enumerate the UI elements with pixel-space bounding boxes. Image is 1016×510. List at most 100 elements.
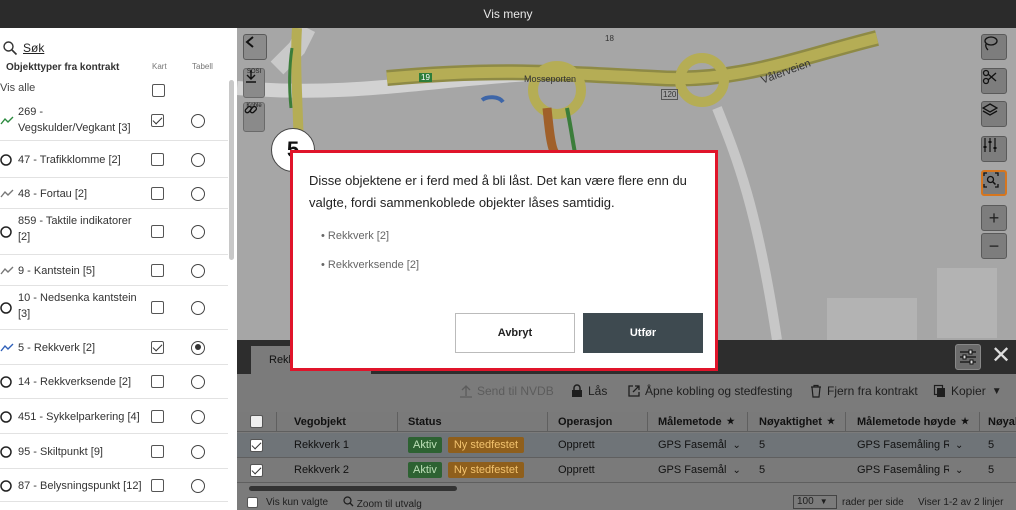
- point-icon: [0, 302, 12, 314]
- show-in-map-checkbox[interactable]: [151, 301, 164, 314]
- lock-icon: [572, 384, 582, 397]
- line-icon: [0, 189, 14, 197]
- show-in-map-checkbox[interactable]: [151, 478, 164, 492]
- show-in-map-checkbox[interactable]: [151, 409, 164, 423]
- list-item[interactable]: 10 - Nedsenka kantstein [3]: [0, 286, 228, 330]
- cell-noyaktighet[interactable]: 5: [759, 458, 765, 482]
- close-table-button[interactable]: ✕: [989, 342, 1013, 370]
- remove-from-contract-label: Fjern fra kontrakt: [827, 384, 918, 398]
- confirm-button[interactable]: Utfør: [583, 313, 703, 353]
- cell-malemetode-select[interactable]: GPS Fasemål ⌄: [658, 458, 741, 482]
- cell-malemetode-select[interactable]: GPS Fasemål ⌄: [658, 433, 741, 457]
- column-header-malemetode[interactable]: Målemetode ★: [658, 412, 735, 431]
- list-item[interactable]: 14 - Rekkverksende [2]: [0, 365, 228, 399]
- cell-malemetode-hoyde-select[interactable]: GPS Fasemåling RTK⌄: [857, 433, 963, 457]
- dialog-list-item: • Rekkverk [2]: [321, 230, 390, 242]
- open-link-positioning-button[interactable]: Åpne kobling og stedfesting: [627, 384, 792, 398]
- show-in-table-radio[interactable]: [191, 340, 205, 355]
- table-row[interactable]: Rekkverk 1 Aktiv Ny stedfestet Opprett GP…: [237, 433, 1016, 458]
- line-icon: [0, 343, 14, 351]
- table-settings-button[interactable]: [955, 344, 981, 370]
- table-header-row: Vegobjekt Status Operasjon Målemetode ★ N…: [237, 412, 1016, 432]
- show-all-checkbox[interactable]: [152, 84, 165, 97]
- column-header-operasjon[interactable]: Operasjon: [558, 412, 612, 431]
- column-header-noyaktighet[interactable]: Nøyaktighet ★: [759, 412, 835, 431]
- zoom-out-button[interactable]: −: [981, 233, 1007, 259]
- list-item[interactable]: 95 - Skiltpunkt [9]: [0, 434, 228, 469]
- show-in-table-radio[interactable]: [191, 186, 205, 201]
- cell-operasjon: Opprett: [558, 439, 595, 451]
- minus-icon: −: [988, 235, 1000, 256]
- zoom-to-selection-link[interactable]: Zoom til utvalg: [343, 496, 422, 510]
- cell-status: Aktiv Ny stedfestet: [408, 458, 525, 482]
- show-in-map-checkbox[interactable]: [151, 340, 164, 354]
- list-item[interactable]: 269 - Vegskulder/Vegkant [3]: [0, 100, 228, 141]
- cut-tool-button[interactable]: [981, 68, 1007, 94]
- table-column-heading: Tabell: [192, 62, 213, 71]
- list-item[interactable]: 87 - Belysningspunkt [12]: [0, 469, 228, 502]
- remove-from-contract-button[interactable]: Fjern fra kontrakt: [809, 384, 918, 398]
- show-in-map-checkbox[interactable]: [151, 113, 164, 127]
- list-item[interactable]: 9 - Kantstein [5]: [0, 255, 228, 286]
- lasso-tool-button[interactable]: [981, 34, 1007, 60]
- list-item-label: 859 - Taktile indikatorer [2]: [18, 215, 132, 243]
- zoom-in-button[interactable]: +: [981, 205, 1007, 231]
- show-in-table-radio[interactable]: [191, 444, 205, 459]
- cell-noyak[interactable]: 5: [988, 458, 994, 482]
- table-horizontal-scrollbar[interactable]: [249, 486, 457, 491]
- cancel-button[interactable]: Avbryt: [455, 313, 575, 353]
- map-column-heading: Kart: [152, 62, 167, 71]
- column-header-noyak[interactable]: Nøyak: [988, 412, 1016, 431]
- cell-noyak[interactable]: 5: [988, 433, 994, 457]
- list-item[interactable]: 5 - Rekkverk [2]: [0, 330, 228, 365]
- show-in-map-checkbox[interactable]: [151, 152, 164, 166]
- send-to-nvdb-button[interactable]: Send til NVDB: [459, 384, 554, 398]
- column-header-status[interactable]: Status: [408, 412, 442, 431]
- only-selected-checkbox[interactable]: [247, 497, 258, 508]
- show-in-table-radio[interactable]: [191, 409, 205, 424]
- layers-button[interactable]: [981, 101, 1007, 127]
- column-header-malemetode-hoyde[interactable]: Målemetode høyde ★: [857, 412, 969, 431]
- list-item[interactable]: 451 - Sykkelparkering [4]: [0, 399, 228, 434]
- show-menu-label[interactable]: Vis meny: [483, 7, 532, 21]
- copy-dropdown-button[interactable]: Kopier ▼: [933, 384, 1002, 398]
- show-in-table-radio[interactable]: [191, 263, 205, 278]
- column-header-vegobjekt[interactable]: Vegobjekt: [294, 412, 346, 431]
- cell-noyaktighet[interactable]: 5: [759, 433, 765, 457]
- show-in-table-radio[interactable]: [191, 301, 205, 315]
- top-menu-bar[interactable]: Vis meny: [0, 0, 1016, 28]
- show-in-map-checkbox[interactable]: [151, 225, 164, 238]
- zoom-to-selection-button[interactable]: [981, 170, 1007, 196]
- cell-malemetode-hoyde-select[interactable]: GPS Fasemåling RTK⌄: [857, 458, 963, 482]
- show-in-table-radio[interactable]: [191, 225, 205, 239]
- show-in-table-radio[interactable]: [191, 152, 205, 167]
- list-item-label: 10 - Nedsenka kantstein [3]: [18, 292, 137, 320]
- show-in-table-radio[interactable]: [191, 375, 205, 389]
- show-in-table-radio[interactable]: [191, 113, 205, 128]
- dialog-list-item: • Rekkverksende [2]: [321, 259, 420, 271]
- lasso-icon: [984, 36, 998, 51]
- koble-button[interactable]: Koble: [243, 102, 265, 132]
- show-in-map-checkbox[interactable]: [151, 263, 164, 277]
- sidebar-scrollbar[interactable]: [229, 80, 234, 260]
- list-item[interactable]: 48 - Fortau [2]: [0, 178, 228, 209]
- show-in-map-checkbox[interactable]: [151, 375, 164, 388]
- row-checkbox[interactable]: [250, 464, 263, 477]
- show-in-map-checkbox[interactable]: [151, 444, 164, 458]
- close-icon: ✕: [990, 342, 1012, 369]
- row-checkbox[interactable]: [250, 439, 263, 452]
- lock-button[interactable]: Lås: [570, 384, 607, 398]
- collapse-sidebar-button[interactable]: [243, 34, 267, 60]
- list-item-label: 269 - Vegskulder/Vegkant [3]: [18, 106, 131, 134]
- show-in-map-checkbox[interactable]: [151, 186, 164, 200]
- filter-sliders-button[interactable]: [981, 136, 1007, 162]
- select-all-checkbox[interactable]: [250, 415, 263, 428]
- table-row[interactable]: Rekkverk 2 Aktiv Ny stedfestet Opprett GP…: [237, 458, 1016, 483]
- sosi-export-button[interactable]: SOSI: [243, 68, 265, 98]
- search-link[interactable]: Søk: [0, 36, 230, 60]
- list-item[interactable]: 47 - Trafikklomme [2]: [0, 141, 228, 178]
- layers-icon: [982, 103, 998, 116]
- show-in-table-radio[interactable]: [191, 478, 205, 493]
- list-item[interactable]: 859 - Taktile indikatorer [2]: [0, 209, 228, 255]
- rows-per-page-select[interactable]: 100 ▼: [793, 495, 837, 509]
